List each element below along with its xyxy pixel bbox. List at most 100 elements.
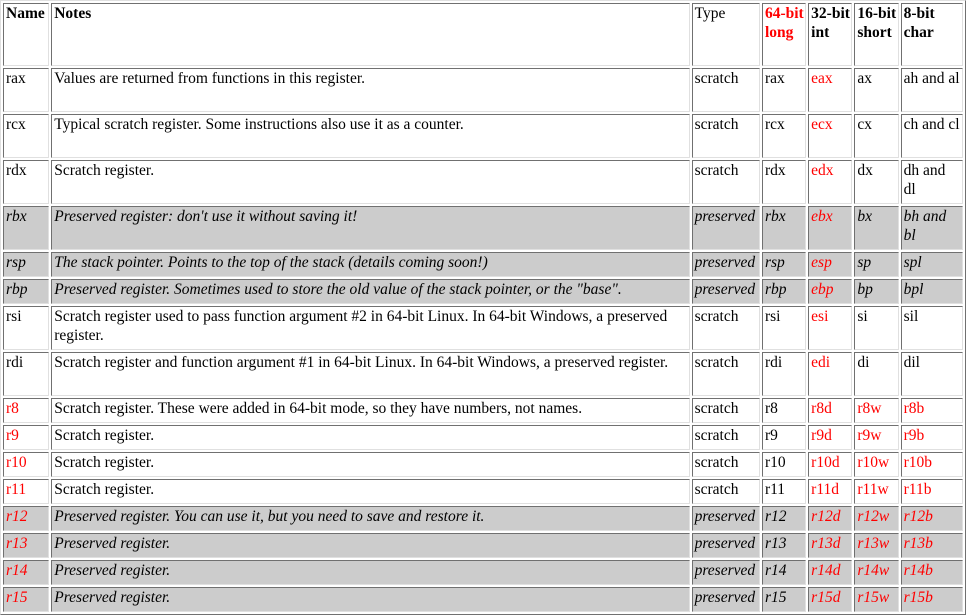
header-type: Type [691, 3, 760, 66]
register-32bit-cell: r10d [808, 452, 853, 477]
register-notes-cell: Preserved register. [51, 533, 690, 558]
register-8bit-cell: r15b [900, 587, 963, 612]
register-16bit-cell: bx [854, 206, 899, 250]
register-16bit-cell: sp [854, 252, 899, 277]
register-8bit-cell: ch and cl [900, 114, 963, 158]
header-name: Name [3, 3, 50, 66]
register-notes-cell: Preserved register. Sometimes used to st… [51, 279, 690, 304]
register-name-cell: rbx [3, 206, 50, 250]
register-type-cell: scratch [691, 452, 760, 477]
register-8bit-cell: r8b [900, 398, 963, 423]
table-row: r13 Preserved register. preserved r13 r13d r1… [3, 533, 963, 558]
register-8bit-cell: spl [900, 252, 963, 277]
register-32bit-cell: eax [808, 68, 853, 112]
register-64bit-cell: r11 [761, 479, 807, 504]
register-notes-cell: Values are returned from functions in th… [51, 68, 690, 112]
table-row: r10 Scratch register. scratch r10 r10d r10w r1… [3, 452, 963, 477]
register-32bit-cell: r11d [808, 479, 853, 504]
register-name-cell: rdx [3, 160, 50, 204]
table-row: rcx Typical scratch register. Some instru… [3, 114, 963, 158]
register-notes-cell: Scratch register used to pass function a… [51, 306, 690, 350]
register-32bit-cell: r8d [808, 398, 853, 423]
register-name-cell: r11 [3, 479, 50, 504]
table-row: r12 Preserved register. You can use it, b… [3, 506, 963, 531]
register-16bit-cell: bp [854, 279, 899, 304]
register-32bit-cell: r13d [808, 533, 853, 558]
register-type-cell: scratch [691, 425, 760, 450]
register-64bit-cell: rbp [761, 279, 807, 304]
register-type-cell: scratch [691, 68, 760, 112]
register-type-cell: preserved [691, 279, 760, 304]
register-name-cell: r9 [3, 425, 50, 450]
register-16bit-cell: si [854, 306, 899, 350]
register-64bit-cell: r12 [761, 506, 807, 531]
register-16bit-cell: r8w [854, 398, 899, 423]
register-64bit-cell: rax [761, 68, 807, 112]
register-name-cell: rsi [3, 306, 50, 350]
register-notes-cell: Preserved register. You can use it, but … [51, 506, 690, 531]
header-32bit: 32-bit int [808, 3, 853, 66]
table-row: r9 Scratch register. scratch r9 r9d r9w r9b [3, 425, 963, 450]
table-row: rax Values are returned from functions in… [3, 68, 963, 112]
register-type-cell: scratch [691, 398, 760, 423]
register-16bit-cell: ax [854, 68, 899, 112]
register-16bit-cell: r11w [854, 479, 899, 504]
register-8bit-cell: r11b [900, 479, 963, 504]
register-64bit-cell: r13 [761, 533, 807, 558]
register-32bit-cell: edi [808, 352, 853, 396]
table-row: rbx Preserved register: don't use it with… [3, 206, 963, 250]
register-notes-cell: Preserved register. [51, 587, 690, 612]
register-name-cell: r15 [3, 587, 50, 612]
register-notes-cell: Typical scratch register. Some instructi… [51, 114, 690, 158]
register-notes-cell: Scratch register. These were added in 64… [51, 398, 690, 423]
register-8bit-cell: dil [900, 352, 963, 396]
register-64bit-cell: rsp [761, 252, 807, 277]
register-64bit-cell: r14 [761, 560, 807, 585]
register-32bit-cell: r15d [808, 587, 853, 612]
register-64bit-cell: r10 [761, 452, 807, 477]
register-16bit-cell: r12w [854, 506, 899, 531]
register-32bit-cell: ebx [808, 206, 853, 250]
table-row: rsi Scratch register used to pass functio… [3, 306, 963, 350]
table-row: rsp The stack pointer. Points to the top … [3, 252, 963, 277]
register-notes-cell: Preserved register. [51, 560, 690, 585]
register-type-cell: preserved [691, 533, 760, 558]
register-name-cell: rsp [3, 252, 50, 277]
header-64bit: 64-bit long [761, 3, 807, 66]
table-row: r11 Scratch register. scratch r11 r11d r11w r1… [3, 479, 963, 504]
register-64bit-cell: r8 [761, 398, 807, 423]
register-type-cell: preserved [691, 587, 760, 612]
register-8bit-cell: dh and dl [900, 160, 963, 204]
register-type-cell: scratch [691, 160, 760, 204]
register-notes-cell: Scratch register. [51, 452, 690, 477]
register-64bit-cell: rbx [761, 206, 807, 250]
register-8bit-cell: r10b [900, 452, 963, 477]
register-16bit-cell: r13w [854, 533, 899, 558]
register-16bit-cell: r15w [854, 587, 899, 612]
register-32bit-cell: ecx [808, 114, 853, 158]
register-name-cell: r12 [3, 506, 50, 531]
header-8bit: 8-bit char [900, 3, 963, 66]
register-32bit-cell: esi [808, 306, 853, 350]
register-64bit-cell: rsi [761, 306, 807, 350]
register-name-cell: r10 [3, 452, 50, 477]
register-32bit-cell: r9d [808, 425, 853, 450]
table-row: r8 Scratch register. These were added in … [3, 398, 963, 423]
register-64bit-cell: r9 [761, 425, 807, 450]
register-type-cell: preserved [691, 560, 760, 585]
register-type-cell: preserved [691, 252, 760, 277]
register-8bit-cell: ah and al [900, 68, 963, 112]
register-8bit-cell: r14b [900, 560, 963, 585]
header-row: Name Notes Type 64-bit long 32-bit int 1… [3, 3, 963, 66]
register-32bit-cell: ebp [808, 279, 853, 304]
register-8bit-cell: bh and bl [900, 206, 963, 250]
register-name-cell: rbp [3, 279, 50, 304]
register-16bit-cell: r10w [854, 452, 899, 477]
register-8bit-cell: bpl [900, 279, 963, 304]
register-notes-cell: Scratch register. [51, 479, 690, 504]
register-name-cell: r8 [3, 398, 50, 423]
register-name-cell: r14 [3, 560, 50, 585]
register-notes-cell: Scratch register and function argument #… [51, 352, 690, 396]
register-32bit-cell: edx [808, 160, 853, 204]
table-row: r15 Preserved register. preserved r15 r15d r1… [3, 587, 963, 612]
